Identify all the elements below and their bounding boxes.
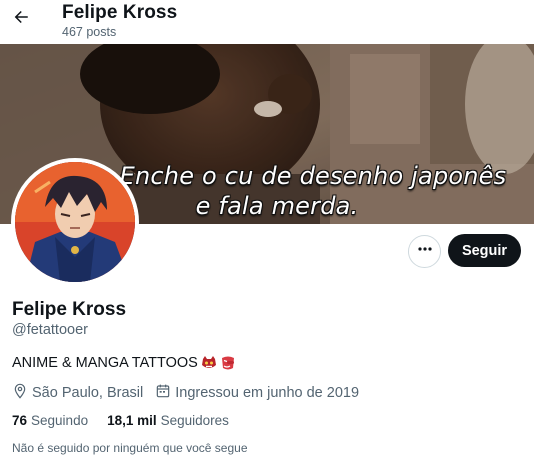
avatar-image bbox=[15, 162, 135, 282]
back-button[interactable] bbox=[6, 4, 36, 34]
location-item: São Paulo, Brasil bbox=[12, 383, 143, 403]
arrow-left-icon bbox=[12, 8, 30, 31]
more-horizontal-icon bbox=[417, 241, 433, 262]
user-handle: @fetattooer bbox=[12, 322, 88, 338]
avatar[interactable] bbox=[11, 158, 139, 286]
profile-meta: São Paulo, Brasil Ingressou em junho de … bbox=[12, 383, 359, 403]
calendar-icon bbox=[155, 383, 171, 403]
follow-stats: 76 Seguindo 18,1 mil Seguidores bbox=[12, 413, 229, 428]
followers-label: Seguidores bbox=[160, 413, 229, 428]
followers-link[interactable]: 18,1 mil Seguidores bbox=[107, 413, 229, 428]
oni-mask-emoji bbox=[201, 355, 217, 371]
more-options-button[interactable] bbox=[408, 235, 441, 268]
followers-count: 18,1 mil bbox=[107, 413, 157, 428]
profile-header: Felipe Kross 467 posts bbox=[0, 0, 534, 44]
following-link[interactable]: 76 Seguindo bbox=[12, 413, 88, 428]
follow-button[interactable]: Seguir bbox=[448, 234, 521, 267]
following-count: 76 bbox=[12, 413, 28, 428]
bio-text: ANIME & MANGA TATTOOS bbox=[12, 355, 198, 371]
posts-count: 467 posts bbox=[62, 25, 117, 39]
profile-bio: ANIME & MANGA TATTOOS bbox=[12, 355, 236, 371]
following-label: Seguindo bbox=[31, 413, 89, 428]
header-title: Felipe Kross bbox=[62, 2, 178, 23]
joined-item: Ingressou em junho de 2019 bbox=[155, 383, 359, 403]
location-pin-icon bbox=[12, 383, 28, 403]
japanese-goblin-emoji bbox=[220, 355, 236, 371]
joined-text: Ingressou em junho de 2019 bbox=[175, 385, 360, 401]
display-name: Felipe Kross bbox=[12, 299, 127, 320]
not-followed-notice: Não é seguido por ninguém que você segue bbox=[12, 441, 248, 455]
location-text: São Paulo, Brasil bbox=[32, 385, 144, 401]
